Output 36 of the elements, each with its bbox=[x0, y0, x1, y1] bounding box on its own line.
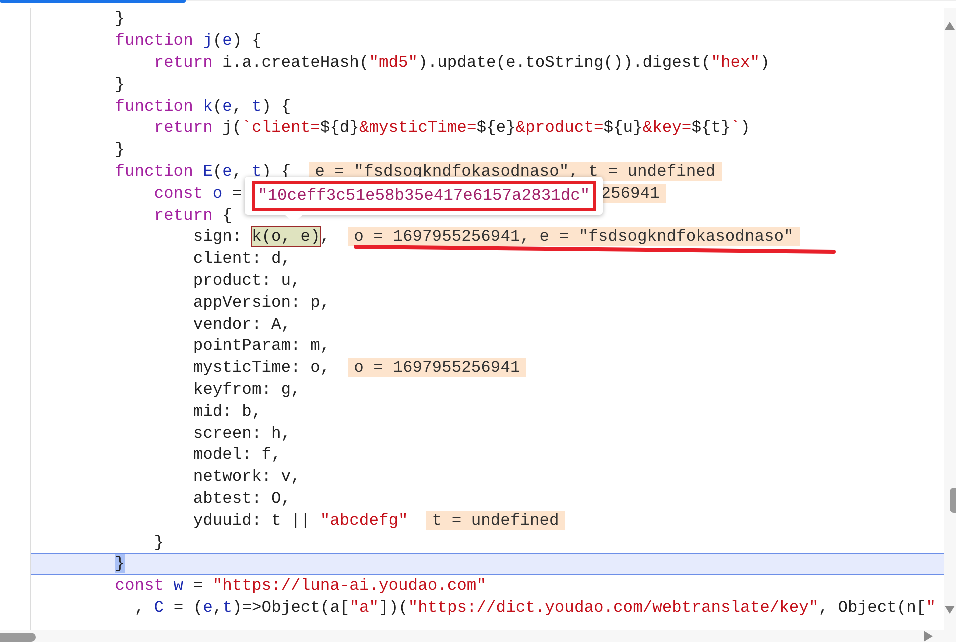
scroll-thumb[interactable] bbox=[0, 633, 36, 642]
code-line: vendor: A, bbox=[193, 314, 292, 334]
code-line: return j(`client=${d}&mysticTime=${e}&product=${u}&key=${t}`) bbox=[154, 118, 750, 138]
code-line: return i.a.createHash("md5").update(e.toString()).digest("hex") bbox=[154, 52, 770, 72]
code-line: return { bbox=[154, 206, 232, 225]
horizontal-scrollbar[interactable] bbox=[0, 630, 956, 642]
code-line: } bbox=[115, 9, 125, 28]
code-line: appVersion: p, bbox=[193, 292, 330, 312]
code-line: function k(e, t) { bbox=[115, 96, 292, 116]
code-line: network: v, bbox=[193, 467, 301, 486]
code-line: screen: h, bbox=[193, 424, 292, 443]
vertical-scrollbar[interactable] bbox=[944, 8, 956, 630]
code-line: function j(e) { bbox=[115, 31, 262, 50]
code-line: model: f, bbox=[193, 445, 282, 464]
inline-value: o = 1697955256941, e = "fsdsogkndfokasodnaso" bbox=[348, 227, 800, 246]
code-line: const w = "https://luna-ai.youdao.com" bbox=[115, 576, 486, 596]
code-line: abtest: O, bbox=[193, 488, 292, 508]
code-line: client: d, bbox=[193, 249, 292, 268]
inline-value: t = undefined bbox=[426, 510, 566, 530]
scroll-thumb[interactable] bbox=[950, 488, 956, 513]
code-line: mysticTime: o, bbox=[193, 358, 330, 378]
code-line: } bbox=[115, 140, 125, 160]
code-line: mid: b, bbox=[193, 402, 262, 421]
code-line: product: u, bbox=[193, 270, 301, 290]
scroll-right-icon[interactable] bbox=[924, 631, 933, 642]
popover-value: "10ceff3c51e58b35e417e6157a2831dc" bbox=[252, 181, 596, 212]
code-line: } bbox=[154, 532, 164, 552]
code-line: keyfrom: g, bbox=[193, 380, 301, 399]
scroll-up-icon[interactable] bbox=[945, 22, 955, 30]
code-line: pointParam: m, bbox=[193, 336, 330, 356]
code-line: , C = (e,t)=>Object(a["a"])("https://dict.youdao.com/webtranslate/key", Object(n[" bbox=[134, 598, 936, 617]
scroll-down-icon[interactable] bbox=[945, 606, 955, 614]
code-line: const o = bbox=[154, 184, 242, 203]
inline-value: o = 1697955256941 bbox=[348, 358, 526, 378]
code-line: yduuid: t || "abcdefg" bbox=[193, 510, 408, 530]
code-line: } bbox=[115, 74, 125, 94]
